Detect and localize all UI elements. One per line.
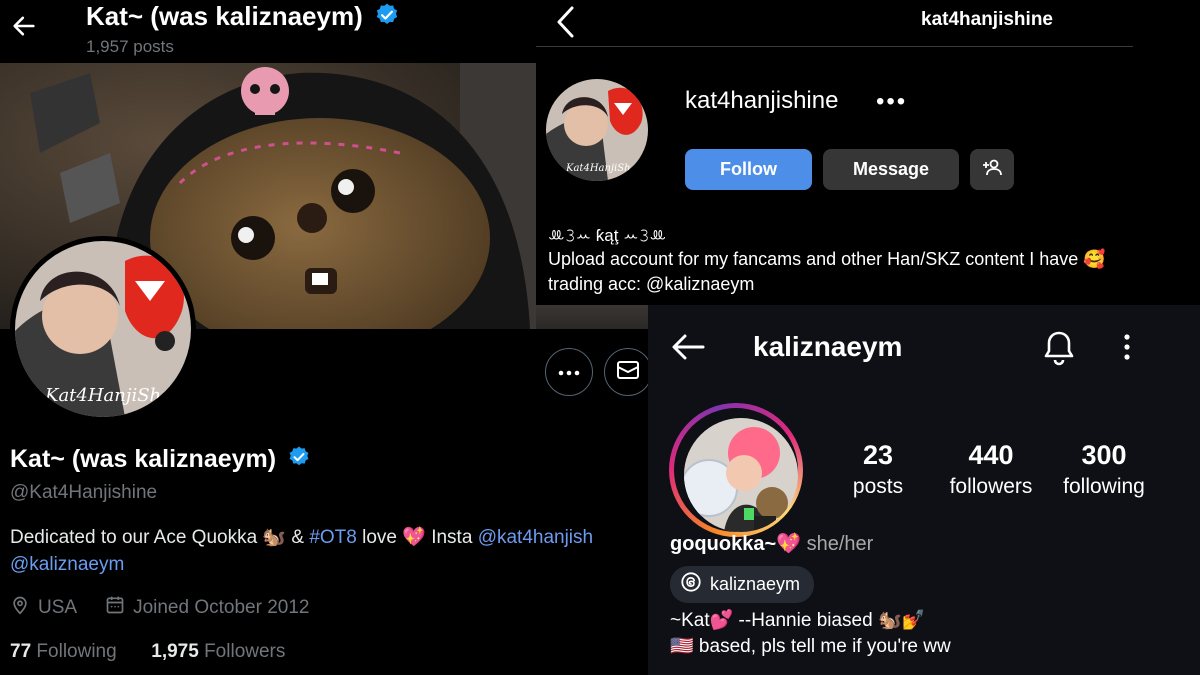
message-button[interactable]: Message [823,149,959,190]
stat-following[interactable]: 300 following [1056,440,1152,499]
more-options-button[interactable] [545,348,593,396]
username: kat4hanjishine [685,87,839,114]
profile-bio: Upload account for my fancams and other … [548,249,1106,294]
threads-icon [680,571,702,598]
profile-meta: USA Joined October 2012 [10,595,309,621]
notification-bell-icon[interactable] [1043,330,1075,371]
svg-text:Kat4HanjiSh: Kat4HanjiSh [44,385,161,406]
pronouns: she/her [806,533,874,555]
threads-badge[interactable]: kaliznaeym [670,566,815,603]
instagram-profile-top: kat4hanjishine Kat4HanjiSh kat4hanjishin… [536,0,1200,305]
page-title: kaliznaeym [753,331,903,362]
add-person-icon [981,158,1003,181]
calendar-icon [105,595,125,621]
more-options-icon[interactable]: ••• [876,88,907,116]
back-chevron-icon[interactable] [554,5,576,44]
bio-name: ꔛ𝟹ꕀ ƙąţ ꕀ𝟹ꔛ [548,226,667,245]
header-title: Kat~ (was kaliznaeym) [86,1,400,35]
profile-bio: Dedicated to our Ace Quokka 🐿️ & #OT8 lo… [10,527,594,575]
profile-avatar[interactable]: Kat4HanjiSh [546,79,648,181]
verified-badge-icon [374,2,400,35]
location-text: USA [38,597,78,618]
page-title: kat4hanjishine [921,9,1053,30]
envelope-icon [616,360,640,385]
banner-edge [536,305,648,329]
hashtag-link[interactable]: #OT8 [309,527,357,548]
post-count: 1,957 posts [86,37,174,56]
insta-link[interactable]: @kat4hanjish [478,527,593,548]
stat-posts[interactable]: 23 posts [843,440,913,499]
story-ring-avatar[interactable] [669,403,803,537]
profile-avatar [684,418,798,532]
message-button[interactable] [604,348,652,396]
verified-badge-icon [287,445,311,476]
location-pin-icon [10,595,30,621]
following-link[interactable]: 77 Following [10,641,117,662]
more-dots-icon [558,363,580,381]
profile-name: goquokka~💖 she/her [670,533,874,555]
follow-counts: 77 Following 1,975 Followers [10,641,285,663]
more-vertical-icon[interactable] [1122,333,1132,366]
instagram-profile-bottom: kaliznaeym 23 posts 440 followers 300 fo… [648,305,1200,675]
suggest-user-button[interactable] [970,149,1014,190]
svg-text:Kat4HanjiSh: Kat4HanjiSh [565,163,631,174]
threads-handle: kaliznaeym [710,574,801,594]
header-divider [536,46,1133,47]
display-name: Kat~ (was kaliznaeym) [10,445,311,476]
profile-avatar[interactable]: Kat4HanjiSh [10,236,196,422]
followers-link[interactable]: 1,975 Followers [151,641,285,662]
joined-date: Joined October 2012 [133,597,310,618]
mention-link[interactable]: @kaliznaeym [10,554,124,575]
follow-button[interactable]: Follow [685,149,812,190]
back-arrow-icon[interactable] [10,12,38,40]
profile-bio: ~Kat💕 --Hannie biased 🐿️💅 🇺🇸 based, pls … [670,610,951,657]
stat-followers[interactable]: 440 followers [943,440,1039,499]
user-handle: @Kat4Hanjishine [10,482,158,503]
back-arrow-icon[interactable] [670,332,706,367]
